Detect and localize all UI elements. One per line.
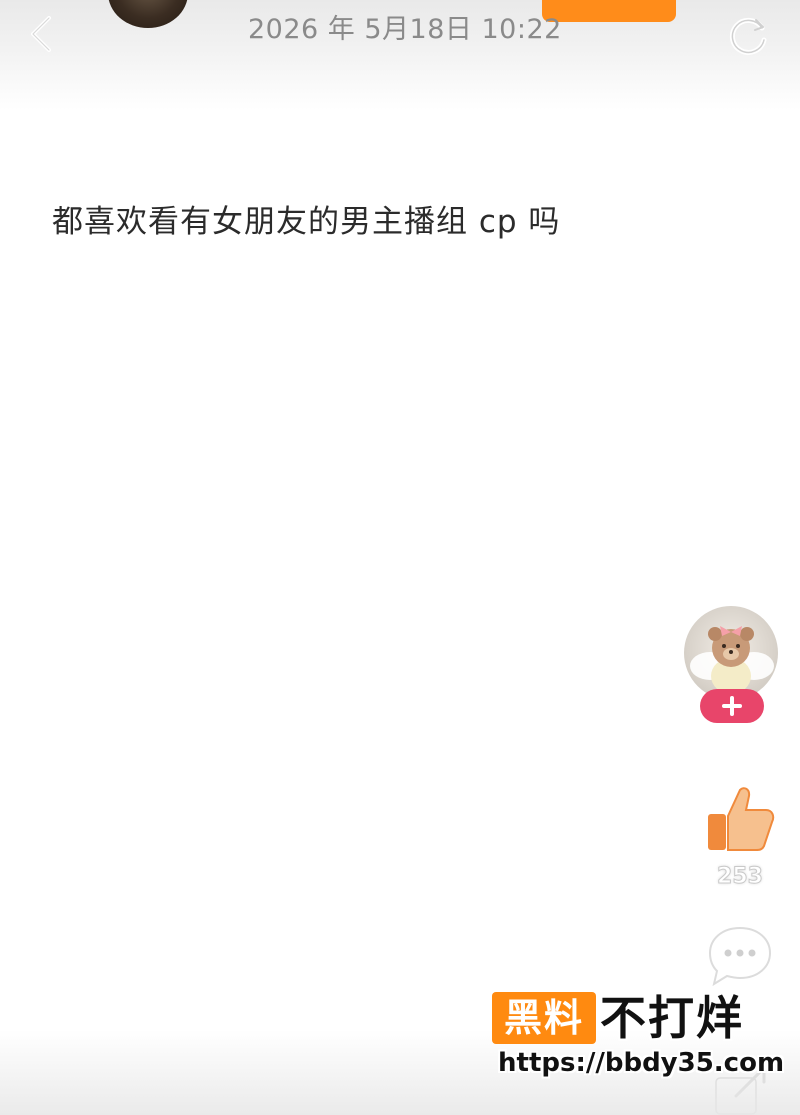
post-time: 2026 年 5月18日 10:22: [248, 14, 562, 45]
plus-icon: [722, 696, 742, 716]
watermark: 黑料 不打烊 https://bbdy35.com: [492, 990, 785, 1080]
watermark-url: https://bbdy35.com: [498, 1048, 785, 1078]
follow-plus-button[interactable]: [700, 689, 764, 723]
back-button[interactable]: [22, 12, 62, 56]
like-button[interactable]: [700, 780, 780, 860]
teddy-bear-avatar-image: [690, 626, 774, 694]
like-count: 253: [717, 864, 764, 890]
watermark-badge: 黑料: [492, 992, 596, 1044]
watermark-slogan: 不打烊: [600, 991, 744, 1045]
comment-button[interactable]: [704, 920, 776, 992]
refresh-icon: [729, 17, 767, 55]
thumbs-up-icon: [708, 787, 775, 851]
follow-button[interactable]: [542, 0, 676, 22]
refresh-button[interactable]: [722, 10, 774, 62]
top-bar: 2026 年 5月18日 10:22: [0, 0, 800, 110]
post-text: 都喜欢看有女朋友的男主播组 cp 吗: [52, 204, 561, 240]
author-avatar-top[interactable]: [108, 0, 188, 28]
watermark-badge-text: 黑料: [503, 996, 584, 1040]
chevron-left-icon: [31, 16, 51, 52]
author-avatar[interactable]: [684, 606, 778, 700]
post-detail-screen: 2026 年 5月18日 10:22 都喜欢看有女朋友的男主播组 cp 吗 25…: [0, 0, 800, 1115]
comment-bubble-icon: [708, 926, 772, 987]
